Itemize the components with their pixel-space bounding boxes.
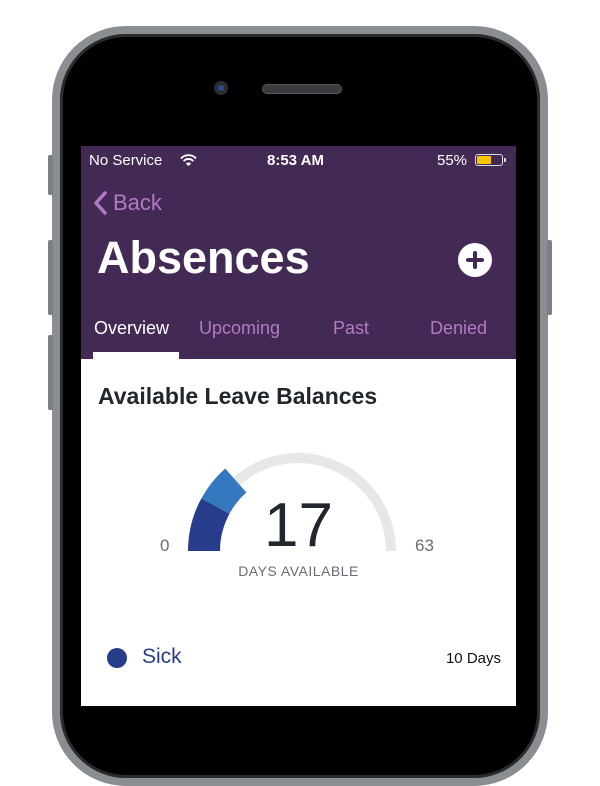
front-camera <box>214 81 228 95</box>
battery-percent: 55% <box>437 152 468 169</box>
volume-up-button <box>48 240 53 315</box>
days-available-value: 17 <box>264 491 333 560</box>
tab-upcoming[interactable]: Upcoming <box>199 318 280 339</box>
power-button <box>547 240 552 315</box>
active-tab-indicator <box>93 352 179 359</box>
carrier-label: No Service <box>89 152 163 169</box>
wifi-icon <box>180 154 197 166</box>
sick-color-dot <box>107 648 127 668</box>
tab-overview[interactable]: Overview <box>94 318 169 339</box>
tab-past[interactable]: Past <box>333 318 369 339</box>
clock: 8:53 AM <box>267 152 324 169</box>
back-label: Back <box>113 190 162 215</box>
back-button[interactable]: Back <box>93 190 162 216</box>
nav-header: No Service 8:53 AM 55% Back Absences Ove… <box>81 146 516 359</box>
legend-name: Sick <box>142 645 182 668</box>
tab-denied[interactable]: Denied <box>430 318 487 339</box>
battery-icon <box>475 154 506 166</box>
app-screen: No Service 8:53 AM 55% Back Absences Ove… <box>81 146 516 706</box>
gauge-min: 0 <box>160 536 170 555</box>
gauge-max: 63 <box>415 536 434 555</box>
volume-down-button <box>48 335 53 410</box>
earpiece-speaker <box>262 84 342 94</box>
legend-value: 10 Days <box>445 650 501 667</box>
days-available-label: DAYS AVAILABLE <box>238 563 359 579</box>
chevron-left-icon <box>94 191 107 215</box>
add-absence-button[interactable] <box>458 243 492 277</box>
legend-item-sick[interactable]: Sick 10 Days <box>81 644 516 672</box>
page-title: Absences <box>97 232 310 283</box>
mute-switch <box>48 155 53 195</box>
section-title: Available Leave Balances <box>98 383 378 409</box>
